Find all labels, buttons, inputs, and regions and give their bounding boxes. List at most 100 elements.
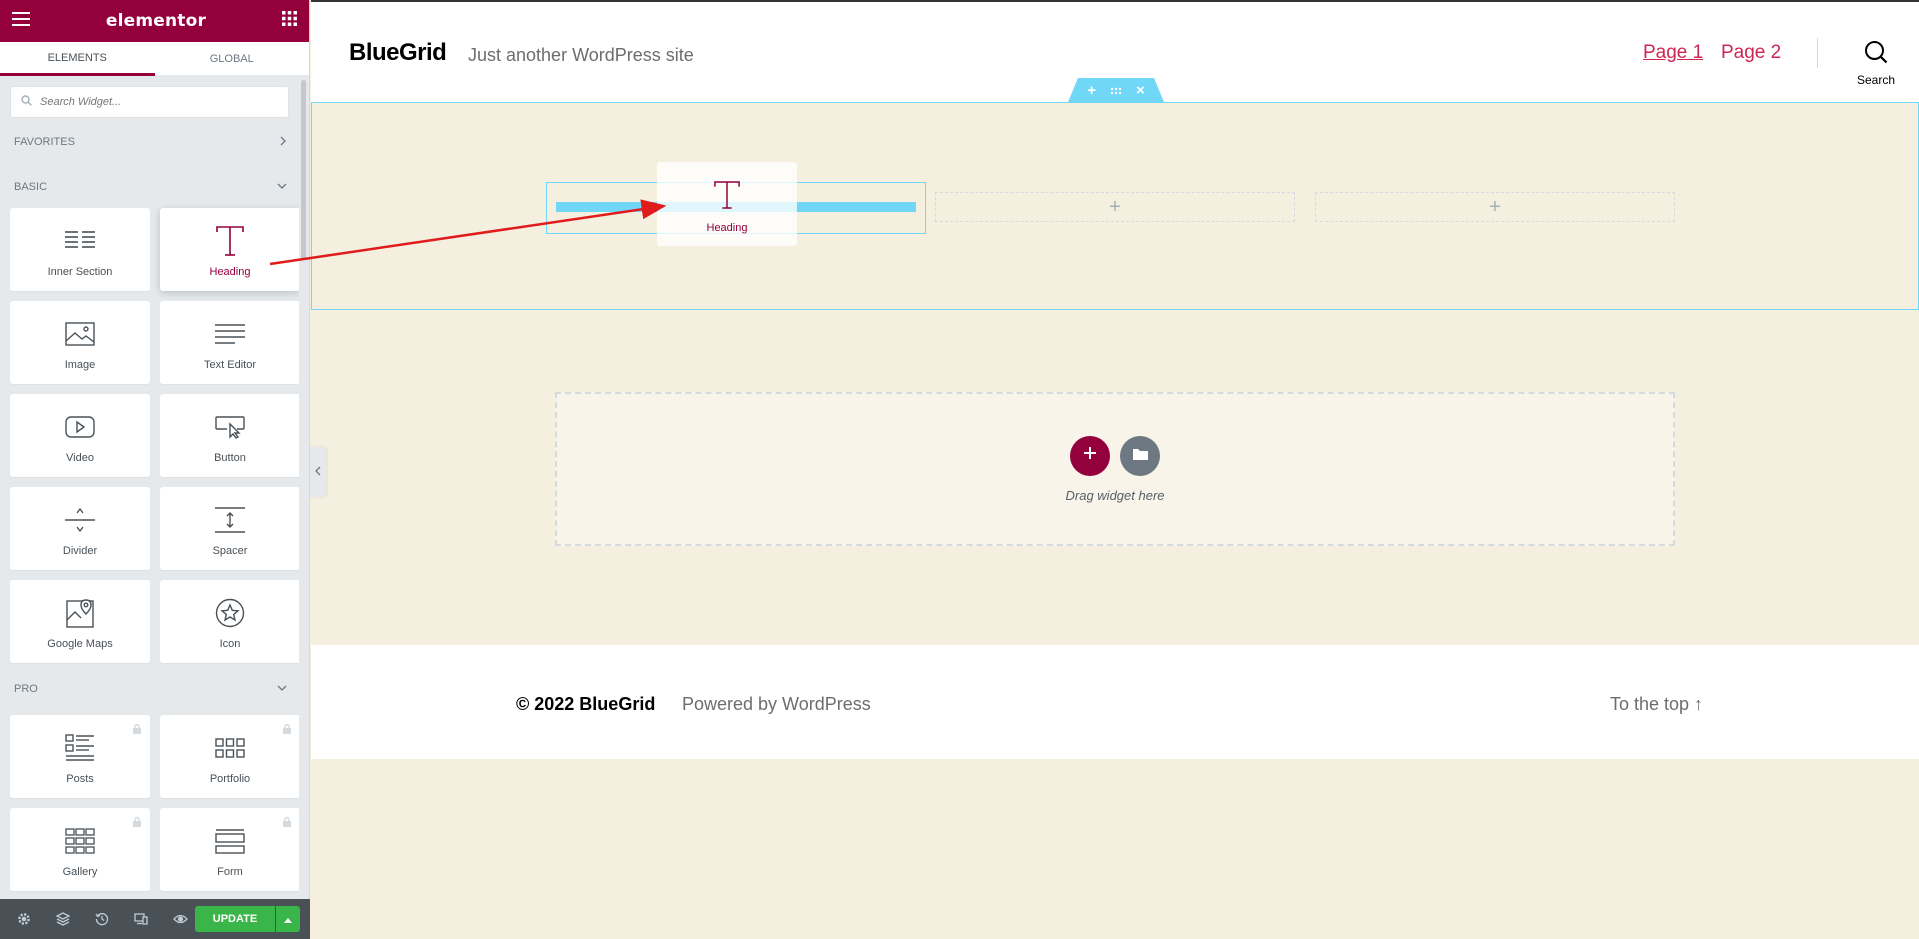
pro-widgets-grid: Posts Portfolio Gallery Form (0, 715, 299, 891)
dragged-heading-widget[interactable]: Heading (657, 162, 797, 246)
tab-global[interactable]: GLOBAL (154, 42, 309, 76)
responsive-mode-icon[interactable] (127, 899, 155, 939)
add-new-section-button[interactable] (1070, 435, 1110, 476)
widget-label: Image (64, 359, 96, 371)
update-button[interactable]: UPDATE (195, 906, 275, 932)
widget-label: Heading (706, 222, 748, 234)
category-basic[interactable]: BASIC (0, 166, 299, 208)
widget-heading[interactable]: Heading (160, 208, 299, 291)
panel-tabs: ELEMENTS GLOBAL (0, 42, 309, 76)
portfolio-icon (215, 731, 245, 765)
category-favorites[interactable]: FAVORITES (0, 118, 299, 166)
widget-icon[interactable]: Icon (160, 580, 299, 663)
text-editor-icon (215, 317, 245, 351)
gallery-icon (65, 824, 95, 858)
chevron-down-icon (277, 683, 287, 695)
site-description: Just another WordPress site (468, 45, 694, 65)
widget-portfolio[interactable]: Portfolio (160, 715, 299, 798)
google-maps-icon (66, 596, 94, 630)
widget-label: Divider (62, 545, 98, 557)
settings-gear-icon[interactable] (10, 899, 38, 939)
plus-icon (1083, 446, 1097, 465)
widget-label: Inner Section (47, 266, 113, 278)
drag-handle-icon[interactable] (1110, 83, 1122, 98)
widget-label: Google Maps (47, 638, 113, 650)
posts-icon (65, 731, 95, 765)
site-title[interactable]: BlueGrid (349, 39, 447, 67)
panel-scrollbar[interactable] (301, 80, 306, 260)
navigator-layers-icon[interactable] (49, 899, 77, 939)
nav-divider (1817, 38, 1818, 68)
hamburger-menu-icon[interactable] (12, 11, 30, 31)
footer-copyright: © 2022 BlueGrid (516, 694, 656, 714)
widget-posts[interactable]: Posts (10, 715, 150, 798)
add-section-icon[interactable]: + (1087, 83, 1096, 98)
footer-powered-by[interactable]: Powered by WordPress (682, 694, 871, 715)
add-template-button[interactable] (1120, 435, 1160, 476)
nav-link-page-2[interactable]: Page 2 (1721, 42, 1781, 64)
widget-label: Video (66, 452, 94, 464)
basic-widgets-grid: Inner Section Heading Image Text Editor … (0, 208, 299, 663)
to-the-top-link[interactable]: To the top ↑ (1610, 694, 1703, 715)
search-toggle[interactable]: Search (1846, 40, 1906, 87)
elementor-panel: elementor ELEMENTS GLOBAL FAVORITES BASI… (0, 0, 310, 939)
apps-grid-icon[interactable] (281, 11, 297, 31)
widget-gallery[interactable]: Gallery (10, 808, 150, 891)
chevron-down-icon (277, 181, 287, 193)
widget-label: Heading (209, 266, 251, 278)
nav-link-page-1[interactable]: Page 1 (1643, 42, 1703, 64)
star-icon (215, 596, 245, 630)
category-pro[interactable]: PRO (0, 663, 299, 715)
widget-spacer[interactable]: Spacer (160, 487, 299, 570)
widgets-list: FAVORITES BASIC Inner Section (0, 76, 299, 899)
widget-image[interactable]: Image (10, 301, 150, 384)
search-icon (1864, 41, 1888, 68)
update-options-toggle[interactable] (276, 906, 300, 932)
widget-form[interactable]: Form (160, 808, 299, 891)
search-icon (21, 93, 32, 111)
spacer-icon (215, 503, 245, 537)
column-3-drop-zone[interactable]: + (1315, 192, 1675, 222)
widget-inner-section[interactable]: Inner Section (10, 208, 150, 291)
plus-icon: + (1489, 195, 1501, 218)
inner-section-icon (65, 224, 95, 258)
tab-elements[interactable]: ELEMENTS (0, 42, 155, 76)
widget-label: Form (217, 866, 243, 878)
widget-label: Posts (66, 773, 94, 785)
button-icon (215, 410, 245, 444)
preview-eye-icon[interactable] (166, 899, 194, 939)
image-icon (65, 317, 95, 351)
widget-label: Icon (219, 638, 241, 650)
elementor-logo: elementor (105, 11, 207, 31)
widget-label: Spacer (212, 545, 248, 557)
widget-label: Button (214, 452, 246, 464)
close-icon[interactable]: × (1136, 83, 1145, 98)
search-widget-input[interactable] (40, 96, 270, 108)
lock-icon (132, 722, 142, 740)
add-new-section-area: Drag widget here (555, 392, 1675, 546)
widget-button[interactable]: Button (160, 394, 299, 477)
caret-up-icon (284, 910, 292, 928)
lock-icon (282, 815, 292, 833)
plus-icon: + (1109, 195, 1121, 218)
category-label: FAVORITES (14, 136, 75, 148)
widget-text-editor[interactable]: Text Editor (160, 301, 299, 384)
form-icon (215, 824, 245, 858)
widget-google-maps[interactable]: Google Maps (10, 580, 150, 663)
widget-label: Gallery (62, 866, 98, 878)
heading-icon (714, 181, 740, 214)
section-toolbar: + × (1068, 78, 1164, 102)
add-section-buttons (1070, 435, 1160, 476)
chevron-right-icon (279, 136, 287, 149)
category-label: PRO (14, 683, 38, 695)
widget-video[interactable]: Video (10, 394, 150, 477)
editor-section[interactable]: + + Heading (311, 102, 1919, 310)
video-icon (65, 410, 95, 444)
lock-icon (132, 815, 142, 833)
site-preview: BlueGrid Just another WordPress site Pag… (311, 0, 1919, 939)
category-label: BASIC (14, 181, 48, 193)
column-2-drop-zone[interactable]: + (935, 192, 1295, 222)
widget-divider[interactable]: Divider (10, 487, 150, 570)
folder-icon (1132, 447, 1148, 465)
history-icon[interactable] (88, 899, 116, 939)
